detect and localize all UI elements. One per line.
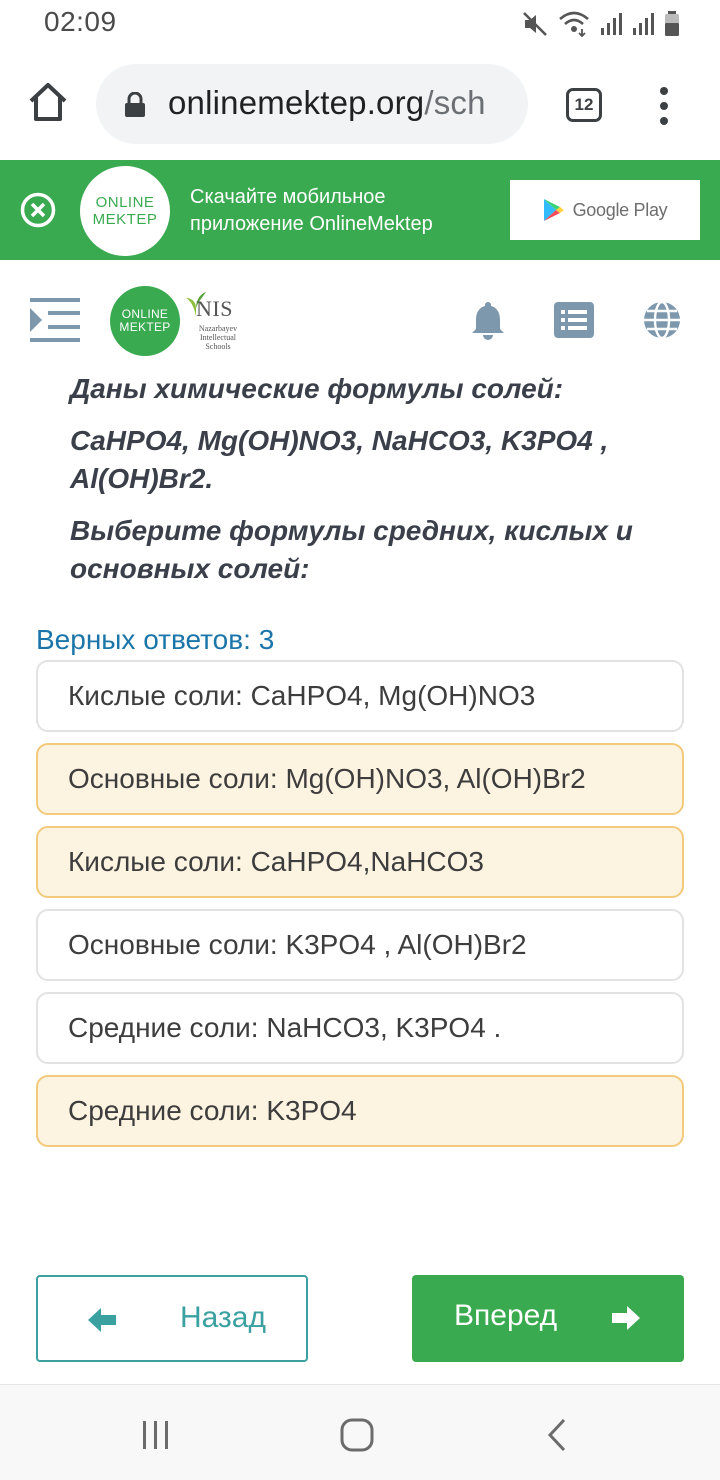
correct-answers-count: Верных ответов: 3 xyxy=(36,624,275,655)
back-button-label: Назад xyxy=(180,1301,266,1334)
answer-text: Средние соли: K3PO4 xyxy=(68,1095,357,1126)
url-domain: onlinemektep.org xyxy=(168,84,425,121)
back-button[interactable]: Назад xyxy=(36,1275,308,1362)
google-play-icon xyxy=(543,199,564,221)
answer-option-2[interactable]: Основные соли: Mg(OH)NO3, Al(OH)Br2 xyxy=(36,743,684,815)
answer-text: Кислые соли: CaHPO4, Mg(OH)NO3 xyxy=(68,680,536,711)
system-navigation-bar xyxy=(0,1384,720,1480)
google-play-button[interactable]: Google Play xyxy=(510,180,700,240)
list-icon[interactable] xyxy=(554,300,594,340)
wifi-icon xyxy=(559,11,589,37)
google-play-label: Google Play xyxy=(572,199,668,220)
url-text: onlinemektep.org/sch xyxy=(168,84,486,122)
answer-text: Основные соли: Mg(OH)NO3, Al(OH)Br2 xyxy=(68,763,586,794)
nis-logo: NIS Nazarbayev Intellectual Schools xyxy=(182,288,252,354)
question-line-3: Выберите формулы средних, кислых и основ… xyxy=(70,515,633,584)
question-line-1: Даны химические формулы солей: xyxy=(70,373,564,404)
battery-icon xyxy=(665,11,679,36)
bell-icon[interactable] xyxy=(468,300,508,340)
tabs-button[interactable]: 12 xyxy=(566,88,602,122)
browser-bar: onlinemektep.org/sch 12 xyxy=(0,56,720,156)
answer-list: Кислые соли: CaHPO4, Mg(OH)NO3 Основные … xyxy=(36,660,684,1158)
status-time: 02:09 xyxy=(44,6,117,37)
onlinemektep-logo[interactable]: ONLINE MEKTEP xyxy=(110,286,180,356)
logo-text-line1: ONLINE xyxy=(95,194,155,211)
onlinemektep-logo: ONLINE MEKTEP xyxy=(80,166,170,256)
signal-icon xyxy=(633,13,654,35)
banner-text-line1: Скачайте мобильное xyxy=(190,186,386,208)
arrow-right-icon xyxy=(612,1306,640,1330)
answer-option-3[interactable]: Кислые соли: CaHPO4,NaHCO3 xyxy=(36,826,684,898)
answer-text: Основные соли: K3PO4 , Al(OH)Br2 xyxy=(68,929,527,960)
logo-text-line2: MEKTEP xyxy=(119,320,171,334)
next-button[interactable]: Вперед xyxy=(412,1275,684,1362)
nis-title: NIS xyxy=(196,296,233,321)
status-bar: 02:09 xyxy=(0,0,720,48)
answer-option-6[interactable]: Средние соли: K3PO4 xyxy=(36,1075,684,1147)
app-download-banner: ONLINE MEKTEP Скачайте мобильное приложе… xyxy=(0,160,720,260)
app-header: ONLINE MEKTEP NIS Nazarbayev Intellectua… xyxy=(0,262,720,378)
question-line-2: CaHPO4, Mg(OH)NO3, NaHCO3, K3PO4 , Al(OH… xyxy=(70,425,609,494)
lock-icon xyxy=(125,92,145,117)
answer-option-5[interactable]: Средние соли: NaHCO3, K3PO4 . xyxy=(36,992,684,1064)
logo-text-line2: MEKTEP xyxy=(92,211,158,228)
back-icon[interactable] xyxy=(540,1417,576,1453)
answer-text: Кислые соли: CaHPO4,NaHCO3 xyxy=(68,846,484,877)
next-button-label: Вперед xyxy=(454,1299,558,1332)
recent-apps-icon[interactable] xyxy=(138,1417,174,1453)
url-path: /sch xyxy=(424,84,486,121)
tab-count: 12 xyxy=(574,95,594,114)
more-vert-icon[interactable] xyxy=(656,86,672,126)
nis-subtitle: Nazarbayev Intellectual Schools xyxy=(198,324,238,351)
answer-option-4[interactable]: Основные соли: K3PO4 , Al(OH)Br2 xyxy=(36,909,684,981)
banner-text-line2: приложение OnlineMektep xyxy=(190,213,433,235)
address-bar[interactable]: onlinemektep.org/sch xyxy=(96,64,528,144)
banner-message: Скачайте мобильное приложение OnlineMekt… xyxy=(190,184,433,238)
globe-icon[interactable] xyxy=(642,300,682,340)
signal-icon xyxy=(601,13,622,35)
mute-icon xyxy=(523,12,547,36)
home-circle-icon[interactable] xyxy=(339,1417,375,1453)
arrow-left-icon xyxy=(88,1308,116,1332)
menu-toggle-icon[interactable] xyxy=(30,296,80,344)
home-icon[interactable] xyxy=(26,80,70,124)
answer-text: Средние соли: NaHCO3, K3PO4 . xyxy=(68,1012,502,1043)
answer-option-1[interactable]: Кислые соли: CaHPO4, Mg(OH)NO3 xyxy=(36,660,684,732)
status-icons xyxy=(522,10,680,38)
close-icon[interactable] xyxy=(20,192,56,228)
question-text: Даны химические формулы солей: CaHPO4, M… xyxy=(70,370,670,602)
